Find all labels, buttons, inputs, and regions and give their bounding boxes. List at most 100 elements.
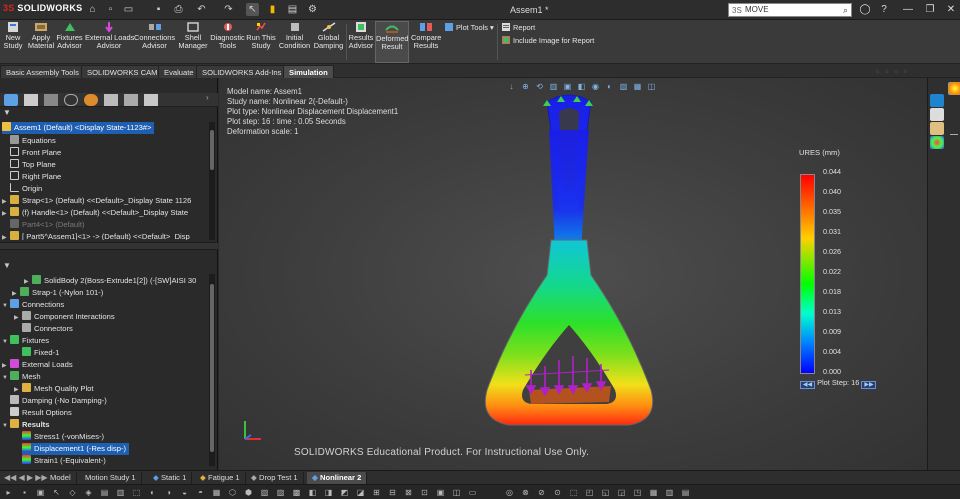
- feature-tree-tab-icon[interactable]: [4, 94, 18, 106]
- search-input[interactable]: 3S MOVE ⌕: [728, 3, 852, 17]
- pin-icon[interactable]: [950, 134, 958, 142]
- tree-item-assembly[interactable]: Assem1 (Default) <Display State-1123#>: [2, 122, 155, 134]
- toolbar-icon[interactable]: ⊡: [420, 488, 429, 497]
- toolbar-icon[interactable]: ◨: [324, 488, 333, 497]
- tree-item-fixed-1[interactable]: Fixed-1: [22, 347, 59, 359]
- compare-results-button[interactable]: Compare Results: [411, 21, 441, 63]
- tree-item-right-plane[interactable]: Right Plane: [10, 171, 61, 183]
- print-icon[interactable]: ⎙: [172, 3, 185, 16]
- toolbar-icon[interactable]: ◎: [505, 488, 514, 497]
- select-icon[interactable]: ↖: [52, 488, 61, 497]
- tree-item-part4[interactable]: Part4<1> (Default): [10, 219, 84, 231]
- toolbar-icon[interactable]: ⬢: [244, 488, 253, 497]
- tree-item-strap-nylon[interactable]: ▶ Strap-1 (-Nylon 101-): [12, 287, 103, 299]
- tab-solidworks-cam[interactable]: SOLIDWORKS CAM: [81, 65, 164, 78]
- tree-item-strap[interactable]: ▶ Strap<1> (Default) <<Default>_Display S…: [2, 195, 191, 207]
- cam-tab-icon[interactable]: [104, 94, 118, 106]
- solidworks-resources-icon[interactable]: [948, 82, 960, 95]
- expand-arrow-icon[interactable]: ▶: [2, 208, 10, 220]
- toolbar-icon[interactable]: ◈: [84, 488, 93, 497]
- toolbar-icon[interactable]: ◩: [340, 488, 349, 497]
- tree-item-displacement1[interactable]: Displacement1 (-Res disp-): [22, 443, 129, 455]
- toolbar-icon[interactable]: ▨: [276, 488, 285, 497]
- toolbar-icon[interactable]: ◲: [617, 488, 626, 497]
- expand-arrow-icon[interactable]: ▶: [2, 232, 10, 240]
- scrollbar-thumb[interactable]: [210, 130, 214, 170]
- appearances-icon[interactable]: [930, 136, 944, 149]
- tab-drop-test-1[interactable]: ◆ Drop Test 1: [246, 472, 304, 484]
- tree-item-damping[interactable]: Damping (-No Damping-): [10, 395, 107, 407]
- new-study-button[interactable]: New Study: [2, 21, 24, 63]
- panel-splitter[interactable]: [0, 242, 218, 250]
- tab-simulation[interactable]: Simulation: [283, 65, 334, 78]
- file-explorer-icon[interactable]: [930, 122, 944, 135]
- help-icon[interactable]: ?: [877, 3, 891, 16]
- new-file-icon[interactable]: ▫: [104, 3, 117, 16]
- tree-item-connectors[interactable]: Connectors: [22, 323, 73, 335]
- previous-step-button[interactable]: ◀◀: [800, 381, 815, 389]
- toolbar-icon[interactable]: ◓: [196, 488, 205, 497]
- search-scope-icon[interactable]: 3S: [732, 5, 742, 17]
- chevron-right-icon[interactable]: ›: [206, 93, 209, 102]
- select-icon[interactable]: ↖: [246, 3, 259, 16]
- toolbar-icon[interactable]: ⬚: [569, 488, 578, 497]
- toolbar-icon[interactable]: ▩: [292, 488, 301, 497]
- home-icon[interactable]: ⌂: [86, 3, 99, 16]
- external-loads-advisor-button[interactable]: External Loads Advisor: [85, 21, 134, 63]
- apply-material-button[interactable]: Apply Material: [27, 21, 55, 63]
- open-file-icon[interactable]: ▭: [122, 3, 135, 16]
- feature-tree-scrollbar[interactable]: [209, 122, 215, 240]
- shell-manager-button[interactable]: Shell Manager: [177, 21, 209, 63]
- tree-item-handle[interactable]: ▶ (f) Handle<1> (Default) <<Default>_Disp…: [2, 207, 188, 219]
- report-button[interactable]: Report: [502, 23, 535, 32]
- 3dexperience-icon[interactable]: [930, 94, 944, 107]
- simulation-tree-scrollbar[interactable]: [209, 274, 215, 466]
- legend-color-bar[interactable]: [800, 174, 815, 374]
- tree-item-result-options[interactable]: Result Options: [10, 407, 72, 419]
- collapse-arrow-icon[interactable]: ▼: [2, 372, 10, 384]
- toolbar-icon[interactable]: ⊙: [553, 488, 562, 497]
- toolbar-icon[interactable]: ⊘: [537, 488, 546, 497]
- tab-fatigue-1[interactable]: ◆ Fatigue 1: [195, 472, 246, 484]
- tree-item-solidbody[interactable]: ▶ SolidBody 2(Boss-Extrude1[2]) (-[SW]AIS…: [24, 275, 196, 287]
- tree-item-mesh[interactable]: ▼ Mesh: [2, 371, 41, 383]
- toolbar-icon[interactable]: ▥: [665, 488, 674, 497]
- simulation-tab-icon[interactable]: [144, 94, 158, 106]
- view-controls-icon[interactable]: ▫▫▫▫: [876, 66, 913, 76]
- tab-model[interactable]: Model: [45, 472, 77, 484]
- user-icon[interactable]: ◯: [858, 3, 872, 16]
- next-step-button[interactable]: ▶▶: [861, 381, 877, 389]
- undo-icon[interactable]: ↶: [195, 3, 208, 16]
- toolbar-icon[interactable]: ▦: [649, 488, 658, 497]
- tree-item-results[interactable]: ▼ Results: [2, 419, 49, 431]
- toolbar-icon[interactable]: ▪: [20, 488, 29, 497]
- expand-arrow-icon[interactable]: ▶: [14, 312, 22, 324]
- toolbar-icon[interactable]: ◱: [601, 488, 610, 497]
- toolbar-icon[interactable]: ⊞: [372, 488, 381, 497]
- toolbar-icon[interactable]: ◑: [164, 488, 173, 497]
- connections-advisor-button[interactable]: Connections Advisor: [134, 21, 175, 63]
- tab-solidworks-add-ins[interactable]: SOLIDWORKS Add-Ins: [196, 65, 288, 78]
- fixtures-advisor-button[interactable]: Fixtures Advisor: [56, 21, 83, 63]
- tree-item-equations[interactable]: Equations: [10, 135, 56, 147]
- display-manager-tab-icon[interactable]: [84, 94, 98, 106]
- tab-basic-assembly-tools[interactable]: Basic Assembly Tools: [0, 65, 85, 78]
- filter-icon[interactable]: ▼: [3, 108, 11, 117]
- traffic-light-icon[interactable]: ▮: [266, 3, 279, 16]
- toolbar-icon[interactable]: ▸: [4, 488, 13, 497]
- toolbar-icon[interactable]: ◧: [308, 488, 317, 497]
- tree-item-strain1[interactable]: Strain1 (-Equivalent-): [22, 455, 106, 467]
- solidworks-logo[interactable]: 3S SOLIDWORKS: [3, 3, 82, 13]
- simulation-model[interactable]: [469, 90, 669, 440]
- search-icon[interactable]: ⌕: [843, 4, 848, 16]
- tab-evaluate[interactable]: Evaluate: [158, 65, 200, 78]
- property-manager-tab-icon[interactable]: [24, 94, 38, 106]
- restore-button[interactable]: ❐: [923, 3, 937, 16]
- toolbar-icon[interactable]: ⬡: [228, 488, 237, 497]
- configuration-tab-icon[interactable]: [44, 94, 58, 106]
- toolbar-icon[interactable]: ⊠: [404, 488, 413, 497]
- global-damping-button[interactable]: Global Damping: [312, 21, 345, 63]
- minimize-button[interactable]: —: [901, 3, 915, 16]
- tab-static-1[interactable]: ◆ Static 1: [148, 472, 193, 484]
- tree-item-origin[interactable]: Origin: [10, 183, 42, 195]
